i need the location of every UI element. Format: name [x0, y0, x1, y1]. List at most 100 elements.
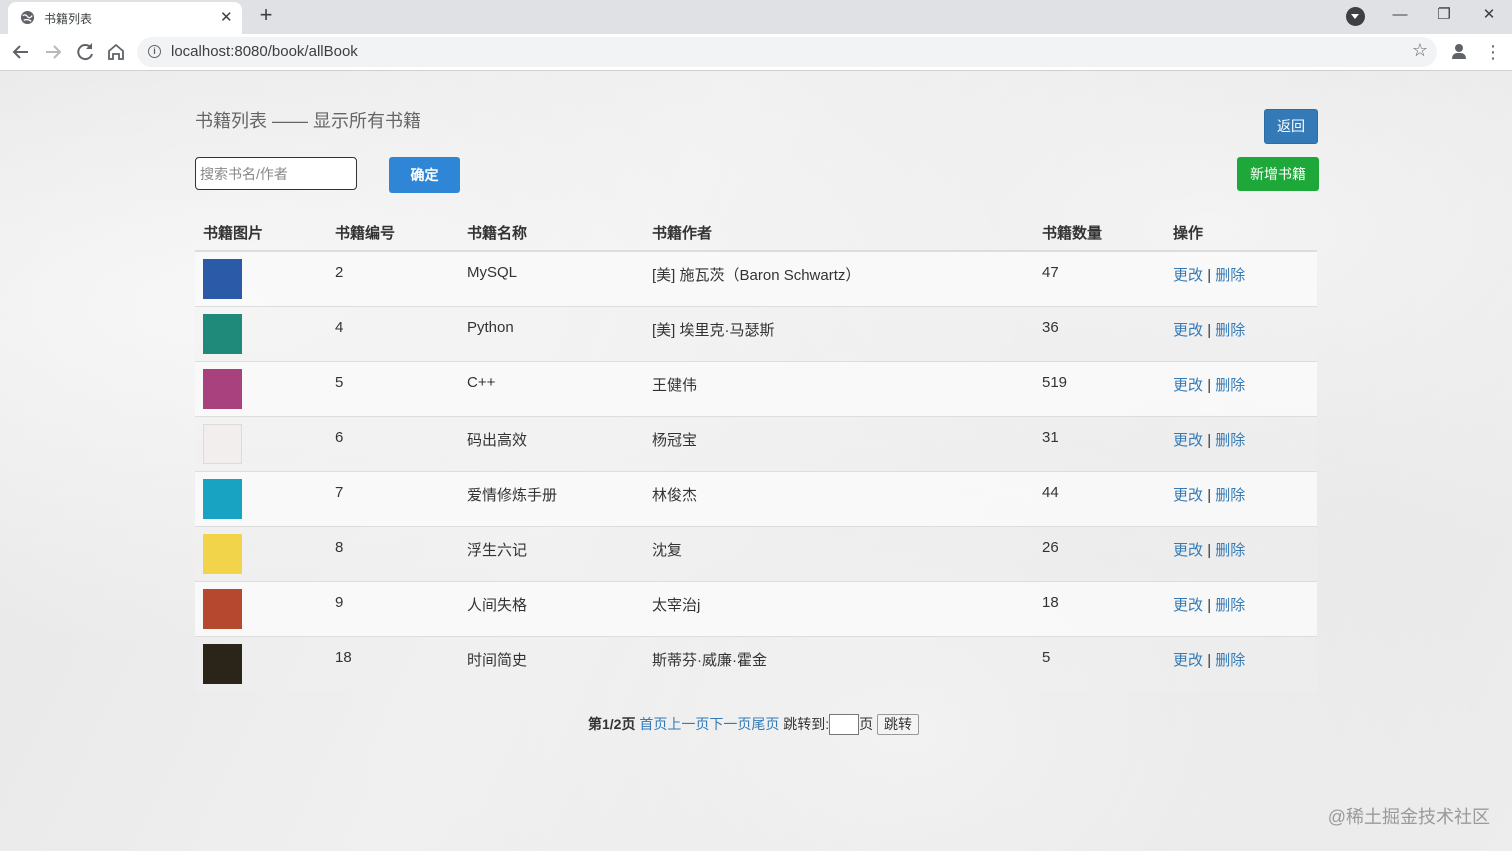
book-id: 7	[327, 470, 459, 526]
edit-link[interactable]: 更改	[1173, 377, 1203, 394]
action-separator: |	[1207, 596, 1212, 614]
book-author: 杨冠宝	[644, 415, 1034, 471]
forward-arrow-icon[interactable]	[41, 40, 65, 64]
table-row: 4 Python [美] 埃里克·马瑟斯 36 更改 | 删除	[195, 305, 1317, 361]
book-name: MySQL	[459, 250, 644, 306]
edit-link[interactable]: 更改	[1173, 652, 1203, 669]
table-header-row: 书籍图片 书籍编号 书籍名称 书籍作者 书籍数量 操作	[195, 211, 1317, 252]
book-name: 爱情修炼手册	[459, 470, 644, 526]
book-id: 2	[327, 250, 459, 306]
table-row: 5 C++ 王健伟 519 更改 | 删除	[195, 360, 1317, 416]
delete-link[interactable]: 删除	[1215, 487, 1245, 504]
action-separator: |	[1207, 541, 1212, 559]
delete-link[interactable]: 删除	[1215, 597, 1245, 614]
book-count: 44	[1034, 470, 1165, 526]
jump-label: 跳转到:	[783, 716, 830, 732]
book-cover-image	[203, 423, 242, 464]
cover-cell	[195, 635, 327, 691]
edit-link[interactable]: 更改	[1173, 487, 1203, 504]
last-page-link[interactable]: 尾页	[751, 716, 779, 732]
book-count: 5	[1034, 635, 1165, 691]
tab-close-icon[interactable]: ✕	[220, 8, 233, 26]
book-author: 太宰治j	[644, 580, 1034, 636]
tab-search-icon[interactable]	[1346, 7, 1365, 26]
address-url[interactable]: localhost:8080/book/allBook	[171, 43, 358, 60]
actions-cell: 更改 | 删除	[1165, 305, 1317, 361]
minimize-button[interactable]: —	[1385, 4, 1415, 26]
browser-menu-icon[interactable]: ⋮	[1484, 40, 1502, 64]
book-id: 5	[327, 360, 459, 416]
action-separator: |	[1207, 376, 1212, 394]
cover-cell	[195, 305, 327, 361]
jump-button[interactable]: 跳转	[877, 713, 920, 735]
table-row: 8 浮生六记 沈复 26 更改 | 删除	[195, 525, 1317, 581]
edit-link[interactable]: 更改	[1173, 267, 1203, 284]
header-id: 书籍编号	[327, 211, 459, 252]
page-title: 书籍列表 —— 显示所有书籍	[195, 111, 422, 131]
browser-tab-strip: 书籍列表 ✕ + — ❐ ✕	[0, 0, 1512, 34]
actions-cell: 更改 | 删除	[1165, 635, 1317, 691]
book-name: 时间简史	[459, 635, 644, 691]
delete-link[interactable]: 删除	[1215, 377, 1245, 394]
actions-cell: 更改 | 删除	[1165, 250, 1317, 306]
browser-toolbar: i localhost:8080/book/allBook ☆ ⋮	[0, 34, 1512, 71]
page-indicator: 第1/2页	[588, 716, 636, 732]
back-arrow-icon[interactable]	[9, 40, 33, 64]
edit-link[interactable]: 更改	[1173, 597, 1203, 614]
book-id: 4	[327, 305, 459, 361]
prev-page-link[interactable]: 上一页	[667, 716, 709, 732]
delete-link[interactable]: 删除	[1215, 652, 1245, 669]
table-row: 2 MySQL [美] 施瓦茨（Baron Schwartz） 47 更改 | 删除	[195, 250, 1317, 306]
jump-page-input[interactable]	[829, 713, 860, 735]
delete-link[interactable]: 删除	[1215, 322, 1245, 339]
book-name: 浮生六记	[459, 525, 644, 581]
book-name: 人间失格	[459, 580, 644, 636]
book-name: Python	[459, 305, 644, 361]
back-button[interactable]: 返回	[1264, 109, 1318, 144]
page-content: 书籍列表 —— 显示所有书籍 返回 确定 新增书籍 书籍图片 书籍编号 书籍名称…	[0, 71, 1512, 851]
book-cover-image	[203, 643, 242, 684]
confirm-search-button[interactable]: 确定	[389, 157, 460, 193]
book-cover-image	[203, 368, 242, 409]
browser-tab[interactable]: 书籍列表 ✕	[8, 2, 242, 34]
edit-link[interactable]: 更改	[1173, 432, 1203, 449]
restore-button[interactable]: ❐	[1429, 4, 1459, 26]
site-info-icon[interactable]: i	[148, 45, 161, 58]
account-icon[interactable]	[1450, 40, 1470, 64]
search-input[interactable]	[195, 157, 357, 190]
book-id: 6	[327, 415, 459, 471]
book-author: 林俊杰	[644, 470, 1034, 526]
actions-cell: 更改 | 删除	[1165, 580, 1317, 636]
delete-link[interactable]: 删除	[1215, 267, 1245, 284]
book-name: 码出高效	[459, 415, 644, 471]
page-unit-label: 页	[859, 716, 874, 732]
book-author: 斯蒂芬·威廉·霍金	[644, 635, 1034, 691]
home-icon[interactable]	[104, 40, 128, 64]
action-separator: |	[1207, 651, 1212, 669]
new-tab-button[interactable]: +	[253, 3, 279, 29]
next-page-link[interactable]: 下一页	[709, 716, 751, 732]
first-page-link[interactable]: 首页	[639, 716, 667, 732]
actions-cell: 更改 | 删除	[1165, 470, 1317, 526]
book-author: 沈复	[644, 525, 1034, 581]
bookmark-star-icon[interactable]: ☆	[1412, 40, 1428, 61]
book-count: 47	[1034, 250, 1165, 306]
book-cover-image	[203, 259, 242, 299]
tab-title: 书籍列表	[44, 12, 93, 26]
book-name: C++	[459, 360, 644, 416]
window-close-button[interactable]: ✕	[1474, 4, 1504, 26]
action-separator: |	[1207, 321, 1212, 339]
action-separator: |	[1207, 431, 1212, 449]
actions-cell: 更改 | 删除	[1165, 360, 1317, 416]
cover-cell	[195, 470, 327, 526]
reload-icon[interactable]	[73, 40, 97, 64]
actions-cell: 更改 | 删除	[1165, 415, 1317, 471]
address-bar[interactable]: i localhost:8080/book/allBook ☆	[137, 37, 1437, 67]
edit-link[interactable]: 更改	[1173, 542, 1203, 559]
header-count: 书籍数量	[1034, 211, 1165, 252]
book-author: 王健伟	[644, 360, 1034, 416]
edit-link[interactable]: 更改	[1173, 322, 1203, 339]
delete-link[interactable]: 删除	[1215, 542, 1245, 559]
add-book-button[interactable]: 新增书籍	[1237, 157, 1319, 191]
delete-link[interactable]: 删除	[1215, 432, 1245, 449]
